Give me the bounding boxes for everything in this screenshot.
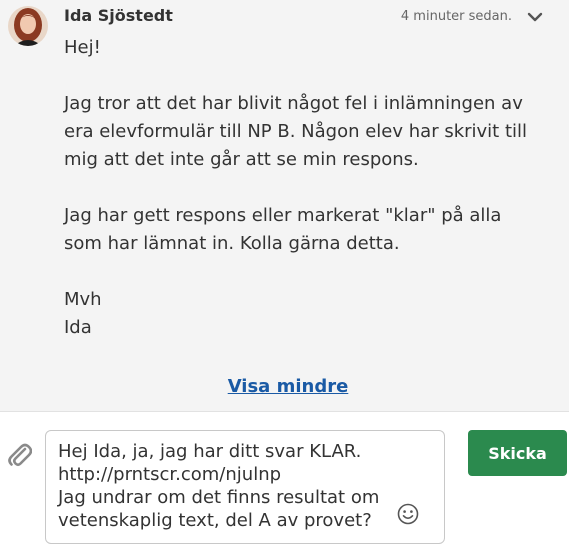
message-body: Hej! Jag tror att det har blivit något f… [64,34,544,342]
reply-text[interactable]: Hej Ida, ja, jag har ditt svar KLAR. htt… [58,440,398,532]
message-signature: Ida [64,317,92,338]
conversation-view: Ida Sjöstedt 4 minuter sedan. Hej! Jag t… [0,0,569,551]
message-paragraph: Jag tror att det har blivit något fel i … [64,93,528,170]
show-less-link[interactable]: Visa mindre [0,376,569,397]
message-card: Ida Sjöstedt 4 minuter sedan. Hej! Jag t… [0,0,569,411]
paperclip-icon[interactable] [6,439,33,469]
reply-input[interactable]: Hej Ida, ja, jag har ditt svar KLAR. htt… [45,430,445,544]
message-signoff: Mvh [64,289,102,310]
smiley-icon[interactable] [397,503,419,525]
send-button[interactable]: Skicka [468,430,567,476]
message-paragraph: Jag har gett respons eller markerat "kla… [64,205,502,254]
avatar [8,6,48,46]
message-greeting: Hej! [64,37,101,58]
sender-name: Ida Sjöstedt [64,6,173,25]
message-timestamp: 4 minuter sedan. [400,9,512,24]
chevron-down-icon[interactable] [526,9,544,23]
